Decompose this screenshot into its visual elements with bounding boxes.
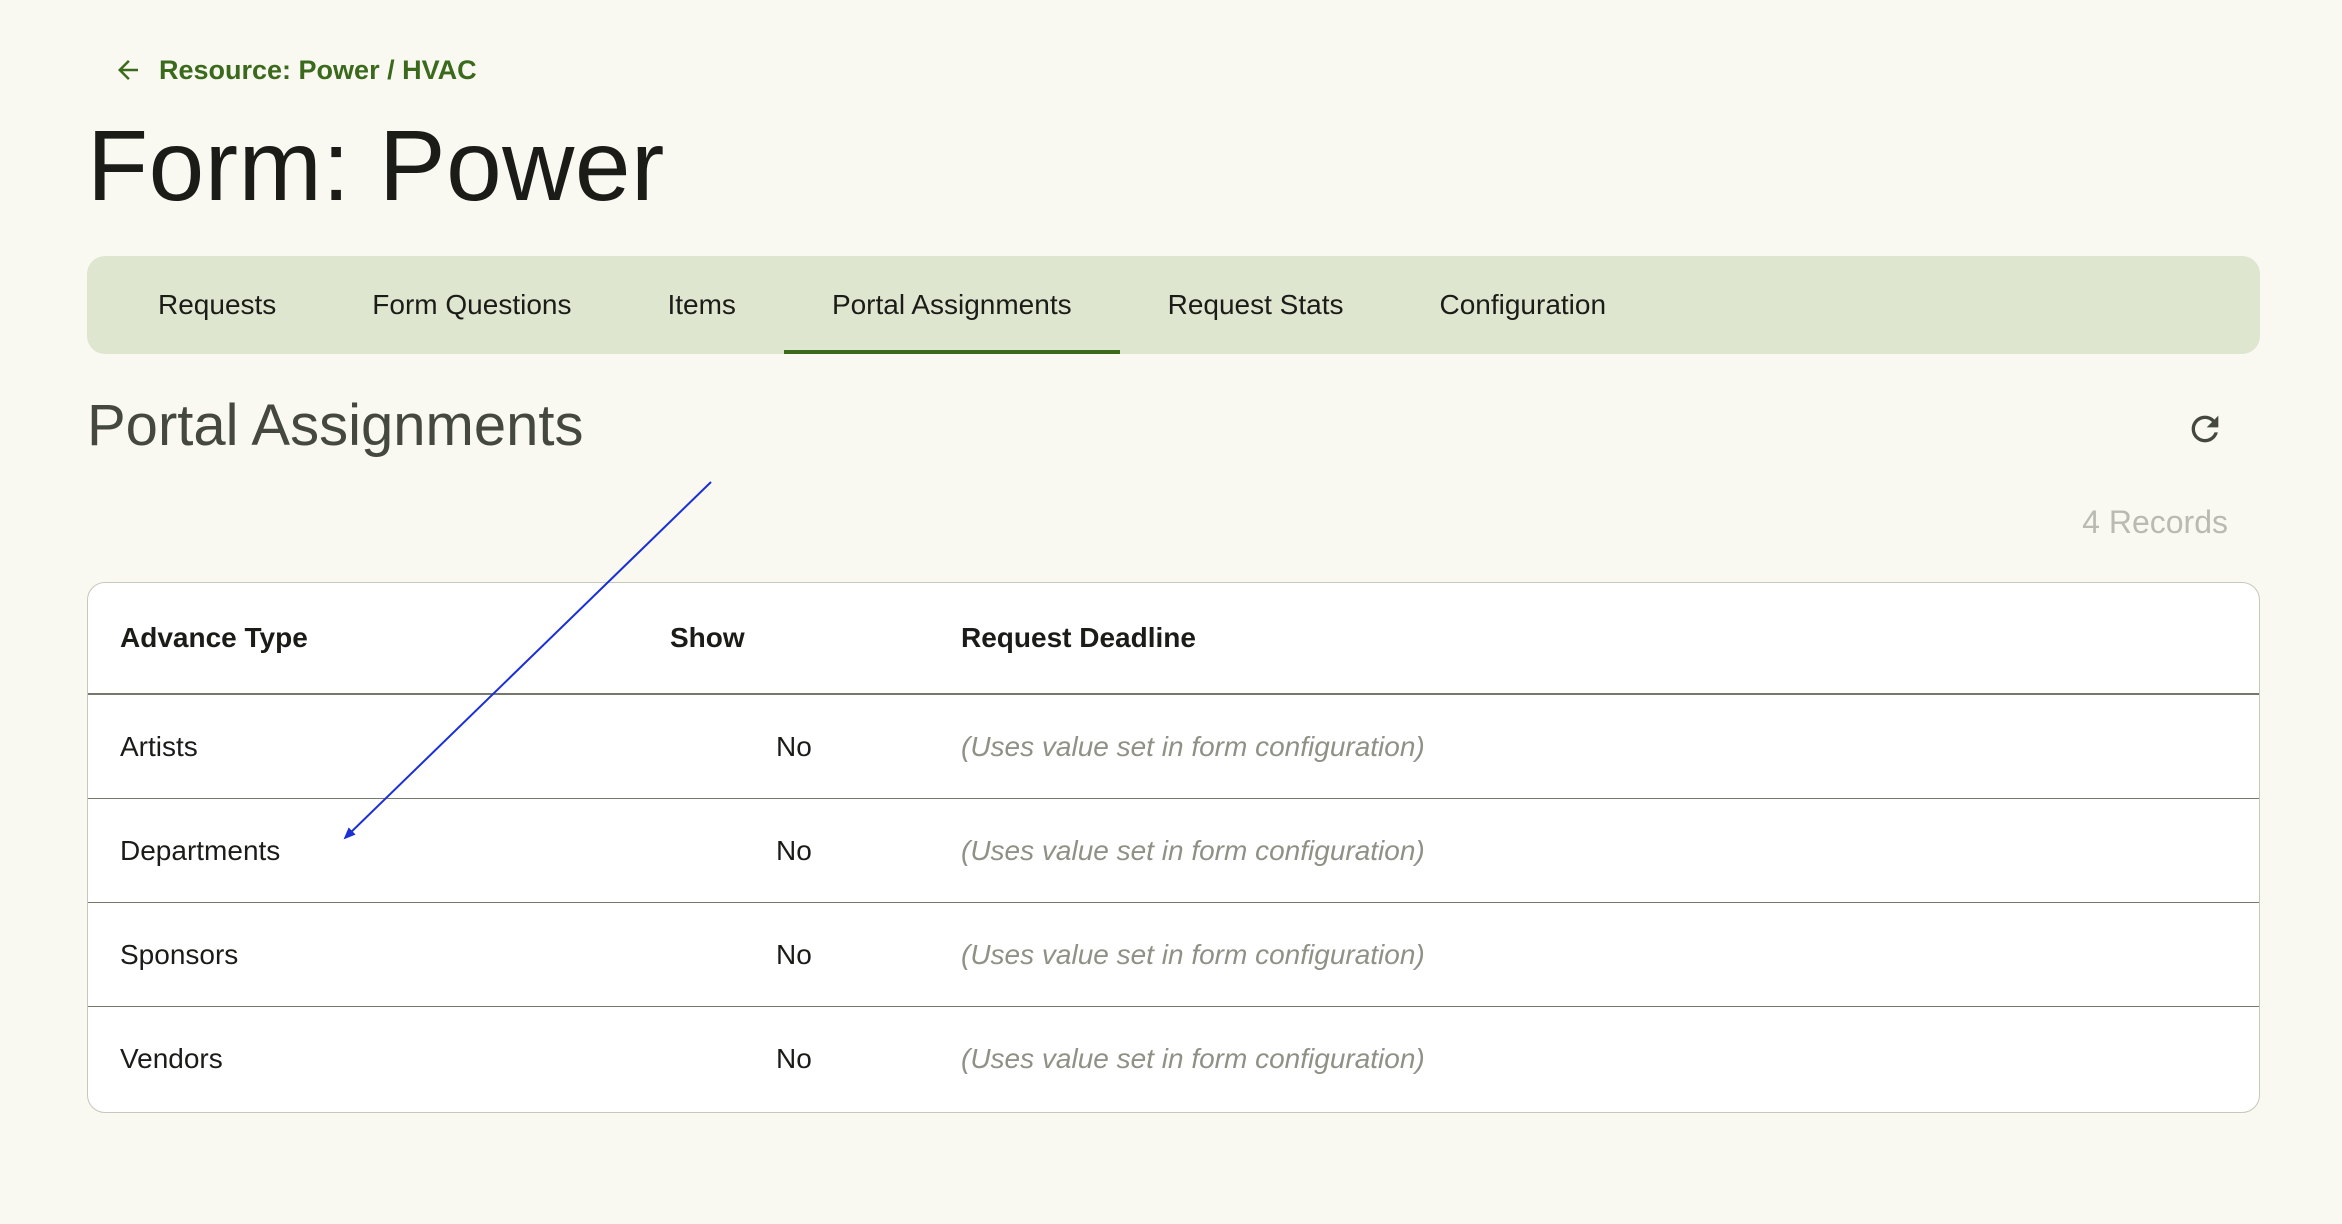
- cell-request-deadline: (Uses value set in form configuration): [961, 834, 1425, 866]
- column-header-advance-type[interactable]: Advance Type: [88, 622, 648, 654]
- page-title: Form: Power: [87, 110, 665, 222]
- tab-request-stats[interactable]: Request Stats: [1120, 256, 1392, 354]
- arrow-left-icon: [118, 60, 138, 80]
- cell-show: No: [776, 938, 812, 970]
- table-row[interactable]: Departments No (Uses value set in form c…: [88, 799, 2259, 903]
- portal-assignments-table: Advance Type Show Request Deadline Artis…: [87, 582, 2260, 1113]
- cell-request-deadline: (Uses value set in form configuration): [961, 1043, 1425, 1074]
- cell-request-deadline: (Uses value set in form configuration): [961, 938, 1425, 970]
- cell-advance-type: Vendors: [120, 1043, 223, 1074]
- tab-form-questions[interactable]: Form Questions: [324, 256, 619, 354]
- tab-portal-assignments[interactable]: Portal Assignments: [783, 256, 1120, 354]
- tab-items[interactable]: Items: [619, 256, 783, 354]
- table-row[interactable]: Artists No (Uses value set in form confi…: [88, 695, 2259, 799]
- column-header-show[interactable]: Show: [648, 622, 961, 654]
- refresh-icon: [2191, 415, 2219, 443]
- table-row[interactable]: Sponsors No (Uses value set in form conf…: [88, 903, 2259, 1007]
- section-title: Portal Assignments: [87, 393, 584, 458]
- record-count: 4 Records: [2082, 504, 2228, 540]
- cell-show: No: [776, 730, 812, 762]
- back-link-label: Resource: Power / HVAC: [159, 54, 477, 85]
- cell-request-deadline: (Uses value set in form configuration): [961, 730, 1425, 762]
- cell-show: No: [776, 1043, 812, 1074]
- cell-advance-type: Departments: [120, 834, 281, 866]
- table-header-row: Advance Type Show Request Deadline: [88, 583, 2259, 695]
- column-header-request-deadline[interactable]: Request Deadline: [961, 622, 2259, 654]
- table-row[interactable]: Vendors No (Uses value set in form confi…: [88, 1007, 2259, 1111]
- tab-bar: Requests Form Questions Items Portal Ass…: [87, 256, 2260, 354]
- cell-advance-type: Sponsors: [120, 938, 239, 970]
- back-link[interactable]: Resource: Power / HVAC: [113, 50, 477, 90]
- tab-requests[interactable]: Requests: [110, 256, 324, 354]
- refresh-button[interactable]: [2172, 396, 2238, 462]
- cell-show: No: [776, 834, 812, 866]
- tab-configuration[interactable]: Configuration: [1391, 256, 1654, 354]
- cell-advance-type: Artists: [120, 730, 198, 762]
